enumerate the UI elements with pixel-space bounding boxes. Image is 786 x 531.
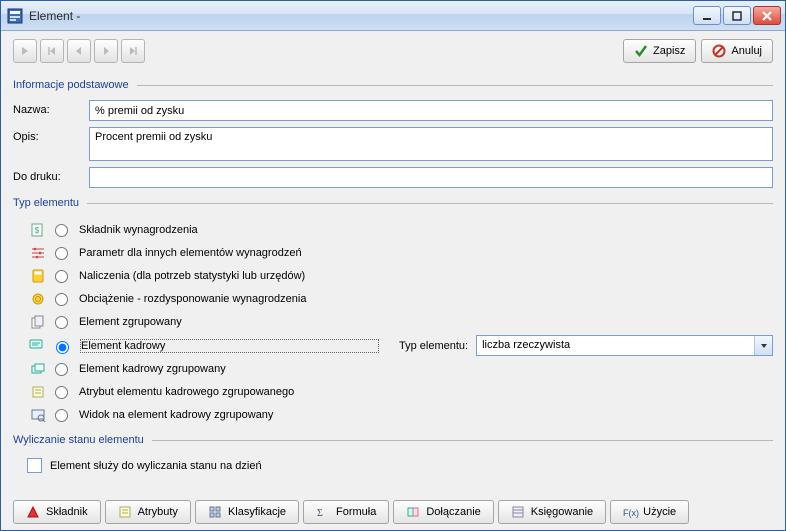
maximize-button[interactable] (723, 6, 751, 25)
svg-text:$: $ (35, 226, 40, 235)
radio-label-obciazenie: Obciążenie - rozdysponowanie wynagrodzen… (79, 293, 306, 305)
view-icon (29, 408, 47, 422)
minimize-button[interactable] (693, 6, 721, 25)
section-basic-title: Informacje podstawowe (13, 79, 129, 91)
tab-atrybuty[interactable]: Atrybuty (105, 500, 191, 524)
radio-label-element-kadrowy-zgrupowany: Element kadrowy zgrupowany (79, 363, 226, 375)
radio-label-atrybut-kadrowy-zgrupowany: Atrybut elementu kadrowego zgrupowanego (79, 386, 294, 398)
card-icon (29, 337, 43, 354)
radio-element-zgrupowany[interactable] (55, 316, 68, 329)
save-label: Zapisz (653, 45, 685, 57)
klasyfikacje-icon (208, 505, 222, 519)
cancel-icon (712, 44, 726, 58)
type-options-group: $ Składnik wynagrodzenia Parametr dla inny… (29, 217, 773, 428)
radio-label-element-kadrowy: Element kadrowy (81, 340, 165, 352)
nav-prev-button[interactable] (67, 39, 91, 63)
check-icon (634, 44, 648, 58)
calc-yellow-icon (29, 269, 47, 283)
calc-checkbox[interactable] (27, 458, 42, 473)
nav-last-button[interactable] (121, 39, 145, 63)
tab-skladnik[interactable]: Składnik (13, 500, 101, 524)
radio-element-kadrowy-zgrupowany[interactable] (55, 363, 68, 376)
tab-label-formula: Formuła (336, 506, 376, 518)
svg-text:F(x): F(x) (623, 508, 639, 518)
dolaczanie-icon (406, 505, 420, 519)
skladnik-icon (26, 505, 40, 519)
formula-icon: Σ (316, 505, 330, 519)
tab-label-klasyfikacje: Klasyfikacje (228, 506, 286, 518)
radio-parametr-innych[interactable] (55, 247, 68, 260)
type-combo[interactable]: liczba rzeczywista (476, 335, 773, 356)
radio-widok-kadrowy-zgrupowany[interactable] (55, 409, 68, 422)
radio-skladnik-wynagrodzenia[interactable] (55, 224, 68, 237)
tab-ksiegowanie[interactable]: Księgowanie (498, 500, 606, 524)
type-field-label: Typ elementu: (399, 340, 468, 352)
window-title: Element - (29, 9, 693, 23)
cancel-label: Anuluj (731, 45, 762, 57)
group-card-icon (29, 362, 47, 376)
save-button[interactable]: Zapisz (623, 39, 696, 63)
tab-uzycie[interactable]: F(x) Użycie (610, 500, 689, 524)
close-button[interactable] (753, 6, 781, 25)
tab-dolaczanie[interactable]: Dołączanie (393, 500, 493, 524)
uzycie-icon: F(x) (623, 505, 637, 519)
nav-first-button[interactable] (40, 39, 64, 63)
radio-label-skladnik-wynagrodzenia: Składnik wynagrodzenia (79, 224, 198, 236)
app-icon (7, 8, 23, 24)
chevron-down-icon[interactable] (754, 336, 772, 355)
nav-next-button[interactable] (94, 39, 118, 63)
radio-naliczenia[interactable] (55, 270, 68, 283)
abacus-icon (29, 246, 47, 260)
tab-label-ksiegowanie: Księgowanie (531, 506, 593, 518)
tab-label-atrybuty: Atrybuty (138, 506, 178, 518)
group-doc-icon (29, 315, 47, 329)
print-label: Do druku: (13, 167, 89, 183)
atrybuty-icon (118, 505, 132, 519)
section-calc-header: Wyliczanie stanu elementu (13, 434, 773, 446)
type-combo-value: liczba rzeczywista (477, 336, 754, 355)
svg-text:Σ: Σ (317, 508, 323, 519)
nav-play-button[interactable] (13, 39, 37, 63)
desc-label: Opis: (13, 127, 89, 143)
section-calc-title: Wyliczanie stanu elementu (13, 434, 144, 446)
name-input[interactable] (89, 100, 773, 121)
section-type-header: Typ elementu (13, 197, 773, 209)
tab-label-dolaczanie: Dołączanie (426, 506, 480, 518)
tab-label-uzycie: Użycie (643, 506, 676, 518)
name-label: Nazwa: (13, 100, 89, 116)
coin-icon (29, 292, 47, 306)
toolbar: Zapisz Anuluj (13, 39, 773, 63)
radio-element-kadrowy[interactable] (56, 341, 69, 354)
window-frame: Element - Zapisz Anuluj (0, 0, 786, 531)
radio-atrybut-kadrowy-zgrupowany[interactable] (55, 386, 68, 399)
tab-klasyfikacje[interactable]: Klasyfikacje (195, 500, 299, 524)
desc-input[interactable] (89, 127, 773, 161)
section-type-title: Typ elementu (13, 197, 79, 209)
tab-formula[interactable]: Σ Formuła (303, 500, 389, 524)
attrib-icon (29, 385, 47, 399)
radio-label-parametr-innych: Parametr dla innych elementów wynagrodze… (79, 247, 302, 259)
tab-label-skladnik: Składnik (46, 506, 88, 518)
print-input[interactable] (89, 167, 773, 188)
calc-checkbox-label: Element służy do wyliczania stanu na dzi… (50, 460, 262, 472)
radio-obciazenie[interactable] (55, 293, 68, 306)
titlebar[interactable]: Element - (1, 1, 785, 31)
radio-label-widok-kadrowy-zgrupowany: Widok na element kadrowy zgrupowany (79, 409, 273, 421)
cancel-button[interactable]: Anuluj (701, 39, 773, 63)
radio-label-naliczenia: Naliczenia (dla potrzeb statystyki lub u… (79, 270, 305, 282)
content-area: Zapisz Anuluj Informacje podstawowe Nazw… (1, 31, 785, 530)
bottom-tabs: Składnik Atrybuty Klasyfikacje Σ Formuła Dołą… (13, 490, 773, 524)
radio-label-element-zgrupowany: Element zgrupowany (79, 316, 182, 328)
section-basic-header: Informacje podstawowe (13, 79, 773, 91)
ksiegowanie-icon (511, 505, 525, 519)
doc-money-icon: $ (29, 223, 47, 237)
